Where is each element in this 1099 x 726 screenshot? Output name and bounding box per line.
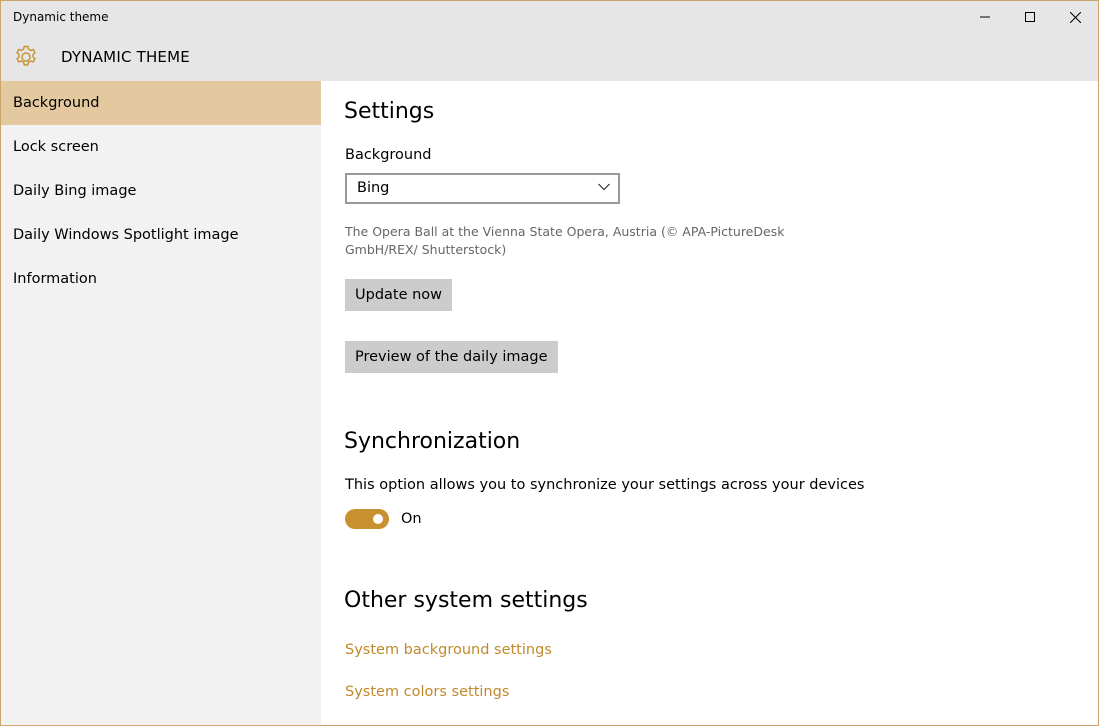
gear-icon	[16, 45, 36, 66]
sync-toggle[interactable]	[345, 509, 389, 529]
image-caption: The Opera Ball at the Vienna State Opera…	[345, 224, 785, 257]
update-now-button[interactable]: Update now	[345, 279, 453, 311]
system-colors-settings-link[interactable]: System colors settings	[345, 684, 509, 700]
system-background-settings-link[interactable]: System background settings	[345, 642, 552, 658]
background-label: Background	[345, 147, 432, 163]
sidebar-item-lock-screen[interactable]: Lock screen	[1, 125, 321, 169]
maximize-button[interactable]	[1007, 1, 1053, 33]
sidebar-item-information[interactable]: Information	[1, 257, 321, 301]
chevron-down-icon	[598, 183, 610, 191]
app-window: Dynamic theme DYNAMIC THEME Background L…	[0, 0, 1099, 726]
synchronization-heading: Synchronization	[344, 429, 521, 454]
app-title: DYNAMIC THEME	[61, 48, 190, 66]
app-header: DYNAMIC THEME	[1, 33, 1098, 81]
maximize-icon	[1025, 12, 1035, 22]
main-content: Settings Background Bing The Opera Ball …	[321, 81, 1098, 725]
sync-description: This option allows you to synchronize yo…	[345, 477, 865, 493]
sync-toggle-state: On	[401, 511, 422, 527]
background-select-value: Bing	[357, 180, 390, 196]
minimize-icon	[980, 16, 990, 18]
close-icon	[1069, 11, 1081, 23]
sidebar-item-background[interactable]: Background	[1, 81, 321, 125]
other-settings-heading: Other system settings	[344, 588, 588, 613]
toggle-knob	[373, 514, 383, 524]
sidebar-item-daily-spotlight-image[interactable]: Daily Windows Spotlight image	[1, 213, 321, 257]
sidebar: Background Lock screen Daily Bing image …	[1, 81, 321, 725]
background-select[interactable]: Bing	[345, 173, 620, 204]
settings-heading: Settings	[344, 99, 435, 124]
window-title: Dynamic theme	[13, 10, 109, 24]
preview-daily-image-button[interactable]: Preview of the daily image	[345, 341, 558, 373]
minimize-button[interactable]	[962, 1, 1008, 33]
title-bar[interactable]: Dynamic theme	[1, 1, 1098, 33]
close-button[interactable]	[1052, 1, 1098, 33]
sidebar-item-daily-bing-image[interactable]: Daily Bing image	[1, 169, 321, 213]
